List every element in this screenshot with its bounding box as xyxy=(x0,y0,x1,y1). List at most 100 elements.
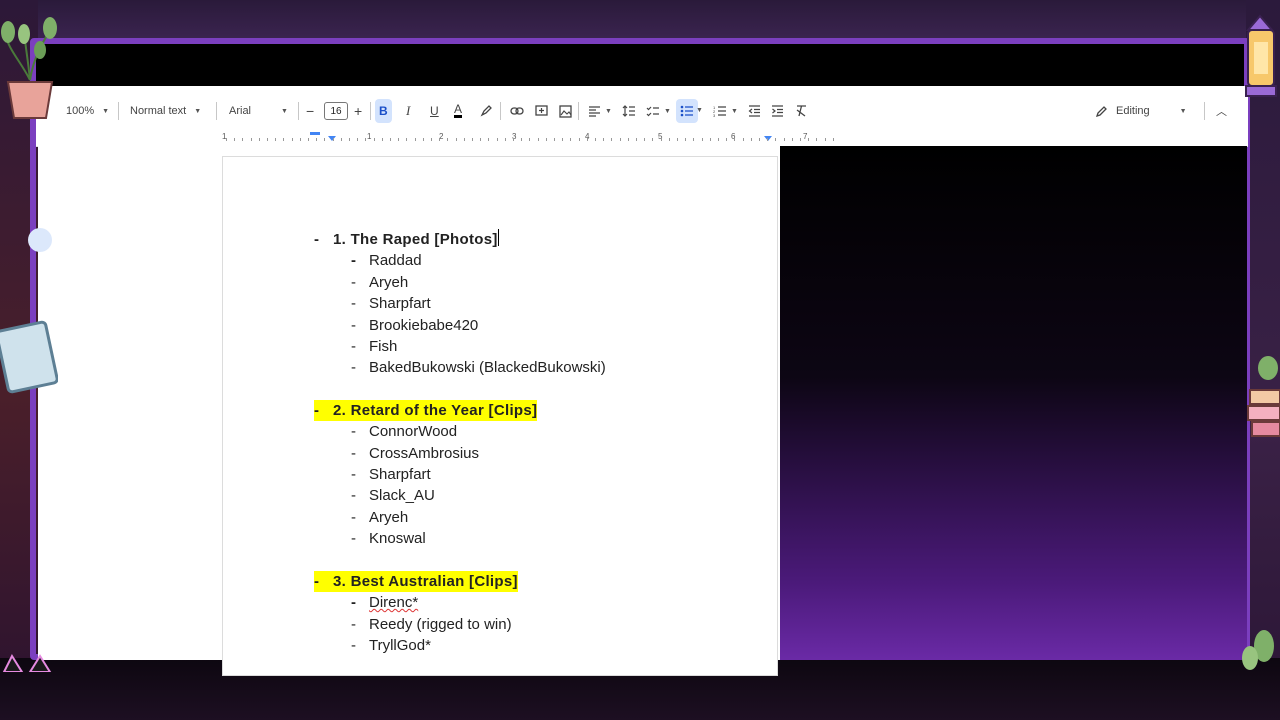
ruler-tick xyxy=(275,138,277,141)
collapse-icon: ︿ xyxy=(1216,106,1227,118)
ruler-tick xyxy=(258,138,260,141)
ruler-tick xyxy=(603,138,605,141)
ruler-tick xyxy=(422,138,424,141)
line-spacing-button[interactable] xyxy=(618,99,640,123)
ruler-track: 1 1 2 3 4 5 6 7 xyxy=(222,132,842,142)
clear-formatting-button[interactable] xyxy=(791,99,812,123)
editing-mode-select[interactable]: Editing ▼ xyxy=(1092,99,1191,123)
ruler-tick xyxy=(783,138,785,141)
ruler-tick xyxy=(611,138,613,141)
minus-icon: − xyxy=(306,103,315,119)
comment-icon xyxy=(535,104,548,116)
bullet: - xyxy=(314,401,320,419)
list-item: - ConnorWood xyxy=(314,421,606,442)
ruler-tick xyxy=(578,138,580,141)
ruler-tick xyxy=(439,138,441,141)
ruler-tick xyxy=(529,138,531,141)
ruler-tick xyxy=(767,138,769,141)
heading-text: 3. Best Australian [Clips] xyxy=(333,572,518,590)
collapse-toolbar-button[interactable]: ︿ xyxy=(1212,99,1231,123)
increase-font-button[interactable]: + xyxy=(350,99,366,123)
bullet-list-button[interactable] xyxy=(676,99,698,123)
image-button[interactable] xyxy=(555,99,576,123)
ruler-tick xyxy=(660,138,662,141)
bullet: - xyxy=(351,273,356,291)
checklist-button[interactable]: ▼ xyxy=(642,99,675,123)
numbered-list-icon: 123 xyxy=(713,105,726,117)
heading-text: 1. The Raped [Photos] xyxy=(333,231,498,248)
decrease-indent-button[interactable] xyxy=(744,99,765,123)
ruler-tick xyxy=(480,138,482,141)
bold-button[interactable]: B xyxy=(375,99,392,123)
text-color-button[interactable]: A xyxy=(450,99,466,123)
ruler-tick xyxy=(283,138,285,141)
decrease-font-button[interactable]: − xyxy=(302,99,318,123)
capture-top-bar xyxy=(36,44,1244,86)
leaf-icon xyxy=(1242,630,1274,670)
ruler-tick xyxy=(390,138,391,141)
ruler-tick xyxy=(521,138,523,141)
ruler-tick xyxy=(250,138,252,141)
ruler-tick xyxy=(537,138,539,141)
bullet-list-icon xyxy=(680,105,693,117)
ruler-tick xyxy=(308,138,309,141)
ruler[interactable]: 1 1 2 3 4 5 6 7 xyxy=(36,128,1248,147)
ruler-tick xyxy=(365,138,367,141)
style-select[interactable]: Normal text ▼ xyxy=(126,99,205,123)
ruler-tick xyxy=(791,138,793,141)
ruler-number: 1 xyxy=(367,132,372,141)
bullet: - xyxy=(351,487,356,505)
heading-text: 2. Retard of the Year [Clips] xyxy=(333,401,538,419)
bullet: - xyxy=(314,231,320,248)
list-item-text: Slack_AU xyxy=(369,487,435,505)
document-body[interactable]: - 1. The Raped [Photos] - Raddad - Aryeh -… xyxy=(314,229,606,656)
divider xyxy=(298,102,299,120)
highlight-button[interactable] xyxy=(476,99,496,123)
cat-ears-icon xyxy=(2,653,52,672)
chevron-down-icon: ▼ xyxy=(731,107,738,115)
chevron-down-icon[interactable]: ▼ xyxy=(696,107,703,114)
chevron-down-icon: ▼ xyxy=(664,107,671,115)
italic-button[interactable]: I xyxy=(402,99,414,123)
list-item: - CrossAmbrosius xyxy=(314,443,606,464)
underline-button[interactable]: U xyxy=(426,99,443,123)
divider xyxy=(370,102,371,120)
chevron-down-icon: ▼ xyxy=(605,107,612,115)
ruler-tick xyxy=(504,138,506,141)
font-value: Arial xyxy=(229,105,252,117)
align-button[interactable]: ▼ xyxy=(584,99,616,123)
picture-frame-icon xyxy=(0,320,58,394)
link-button[interactable] xyxy=(506,99,528,123)
outline-toggle[interactable] xyxy=(28,228,52,252)
list-item: - TryllGod* xyxy=(314,635,606,656)
first-line-indent-marker[interactable] xyxy=(310,132,320,135)
list-item: - Aryeh xyxy=(314,507,606,528)
bullet: - xyxy=(351,615,356,633)
ruler-tick xyxy=(800,138,801,141)
comment-button[interactable] xyxy=(531,99,552,123)
numbered-list-button[interactable]: 123 ▼ xyxy=(709,99,742,123)
ruler-tick xyxy=(381,138,383,141)
ruler-tick xyxy=(652,138,654,141)
font-select[interactable]: Arial ▼ xyxy=(225,99,292,123)
ruler-tick xyxy=(570,138,572,141)
ruler-tick xyxy=(734,138,736,141)
zoom-select[interactable]: 100% ▼ xyxy=(62,99,113,123)
increase-indent-button[interactable] xyxy=(767,99,788,123)
ruler-tick xyxy=(324,138,326,141)
bullet: - xyxy=(351,295,356,313)
lantern-icon xyxy=(1245,14,1277,97)
font-size-field[interactable]: 16 xyxy=(320,99,352,123)
ruler-tick xyxy=(447,138,449,141)
highlighted-heading: - 3. Best Australian [Clips] xyxy=(314,570,518,593)
ruler-tick xyxy=(398,138,400,141)
ruler-tick xyxy=(226,138,227,141)
ruler-tick xyxy=(677,138,678,141)
list-item-text: Raddad xyxy=(369,252,422,270)
ruler-tick xyxy=(406,138,408,141)
list-item: - Sharpfart xyxy=(314,293,606,314)
ruler-tick xyxy=(414,138,416,141)
chevron-down-icon: ▼ xyxy=(281,107,288,115)
ruler-tick xyxy=(816,138,818,141)
ruler-tick xyxy=(701,138,703,141)
